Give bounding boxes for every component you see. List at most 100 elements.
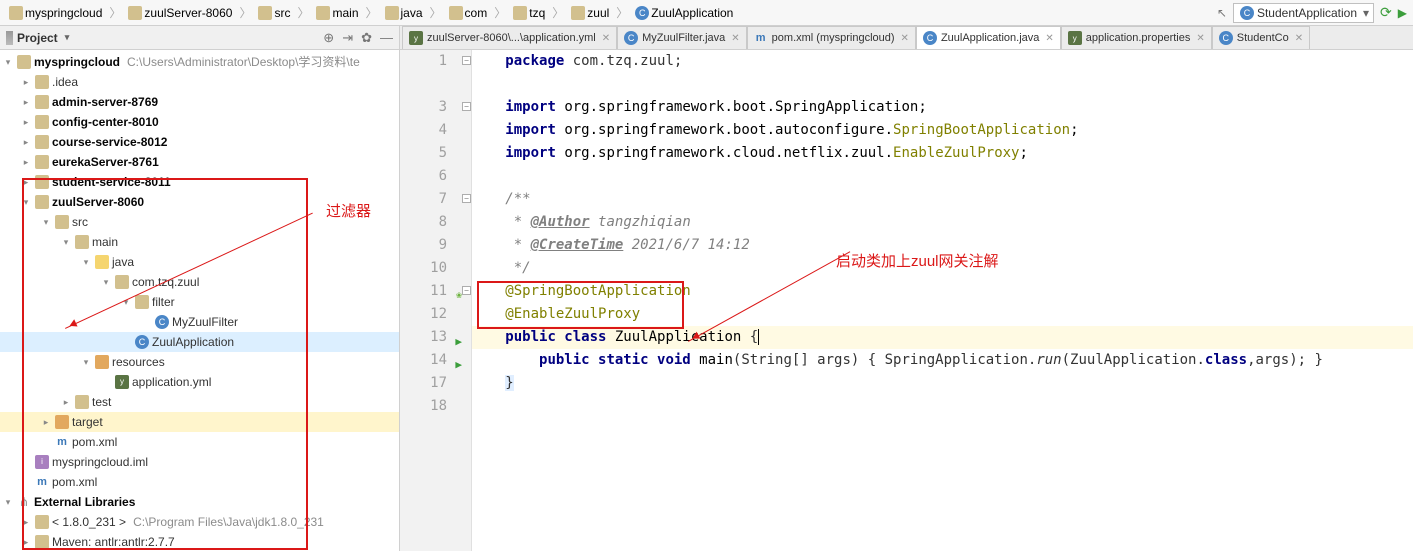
code-editor[interactable]: 1−3−4567−891011❀−1213▶14▶1718 package co… bbox=[400, 50, 1413, 551]
tree-node[interactable]: ▸target bbox=[0, 412, 399, 432]
breadcrumb-item[interactable]: tzq bbox=[510, 4, 548, 22]
tree-node[interactable]: CZuulApplication bbox=[0, 332, 399, 352]
folder-icon bbox=[75, 395, 89, 409]
code-line[interactable]: /** bbox=[472, 188, 1413, 211]
editor-tab[interactable]: CZuulApplication.java✕ bbox=[916, 26, 1061, 49]
tree-node[interactable]: ▾main bbox=[0, 232, 399, 252]
run-config-select[interactable]: C StudentApplication bbox=[1233, 3, 1374, 23]
run-gutter-icon[interactable]: ▶ bbox=[448, 353, 462, 367]
run-icon[interactable]: ▶ bbox=[1398, 6, 1407, 20]
fold-icon[interactable]: − bbox=[462, 102, 471, 111]
project-tree[interactable]: ▾ myspringcloud C:\Users\Administrator\D… bbox=[0, 50, 399, 551]
tree-node[interactable]: ▸admin-server-8769 bbox=[0, 92, 399, 112]
tree-node[interactable]: ▾resources bbox=[0, 352, 399, 372]
tree-node[interactable]: ▾ java bbox=[0, 252, 399, 272]
fold-icon[interactable]: − bbox=[462, 286, 471, 295]
tree-label: filter bbox=[152, 292, 175, 312]
tree-node[interactable]: ▾filter bbox=[0, 292, 399, 312]
code-line[interactable] bbox=[472, 73, 1413, 96]
spring-gutter-icon[interactable]: ❀ bbox=[448, 284, 462, 298]
breadcrumb-item[interactable]: java bbox=[382, 4, 426, 22]
tree-node[interactable]: ▾com.tzq.zuul bbox=[0, 272, 399, 292]
project-root[interactable]: ▾ myspringcloud C:\Users\Administrator\D… bbox=[0, 52, 399, 72]
tree-arrow[interactable]: ▸ bbox=[20, 72, 32, 92]
tree-arrow[interactable]: ▸ bbox=[20, 152, 32, 172]
close-icon[interactable]: ✕ bbox=[1196, 33, 1204, 44]
fold-icon[interactable]: − bbox=[462, 56, 471, 65]
editor-tab[interactable]: yzuulServer-8060\...\application.yml✕ bbox=[402, 26, 617, 49]
folder-icon bbox=[513, 6, 527, 20]
tree-node[interactable]: CMyZuulFilter bbox=[0, 312, 399, 332]
close-icon[interactable]: ✕ bbox=[731, 33, 739, 44]
editor-tab[interactable]: mpom.xml (myspringcloud)✕ bbox=[747, 26, 916, 49]
editor-tabs[interactable]: yzuulServer-8060\...\application.yml✕CMy… bbox=[400, 26, 1413, 50]
tree-node[interactable]: imyspringcloud.iml bbox=[0, 452, 399, 472]
tree-arrow[interactable]: ▾ bbox=[60, 232, 72, 252]
code-line[interactable]: * @Author tangzhiqian bbox=[472, 211, 1413, 234]
code-line[interactable]: import org.springframework.boot.autoconf… bbox=[472, 119, 1413, 142]
tree-arrow[interactable]: ▾ bbox=[80, 252, 92, 272]
editor-tab[interactable]: CMyZuulFilter.java✕ bbox=[617, 26, 747, 49]
tree-node[interactable]: ▸.idea bbox=[0, 72, 399, 92]
settings-icon[interactable]: ✿ bbox=[361, 30, 372, 46]
breadcrumbs[interactable]: myspringcloud〉zuulServer-8060〉src〉main〉j… bbox=[6, 4, 736, 22]
folder-icon bbox=[258, 6, 272, 20]
breadcrumb-item[interactable]: myspringcloud bbox=[6, 4, 105, 22]
code-line[interactable]: import org.springframework.cloud.netflix… bbox=[472, 142, 1413, 165]
tree-arrow[interactable]: ▸ bbox=[40, 412, 52, 432]
code-line[interactable]: } bbox=[472, 372, 1413, 395]
breadcrumb-item[interactable]: zuul bbox=[568, 4, 612, 22]
tree-node[interactable]: ▸student-service-8011 bbox=[0, 172, 399, 192]
close-icon[interactable]: ✕ bbox=[1295, 33, 1303, 44]
maven-node[interactable]: ▸ Maven: antlr:antlr:2.7.7 bbox=[0, 532, 399, 551]
code-line[interactable]: package com.tzq.zuul; bbox=[472, 50, 1413, 73]
code-line[interactable]: import org.springframework.boot.SpringAp… bbox=[472, 96, 1413, 119]
code-line[interactable]: @SpringBootApplication bbox=[472, 280, 1413, 303]
tree-arrow[interactable]: ▸ bbox=[20, 172, 32, 192]
code-line[interactable]: @EnableZuulProxy bbox=[472, 303, 1413, 326]
tree-node[interactable]: ▸config-center-8010 bbox=[0, 112, 399, 132]
breadcrumb-item[interactable]: com bbox=[446, 4, 491, 22]
tree-arrow[interactable]: ▸ bbox=[20, 112, 32, 132]
tree-node[interactable]: mpom.xml bbox=[0, 472, 399, 492]
tree-arrow[interactable]: ▸ bbox=[20, 92, 32, 112]
run-gutter-icon[interactable]: ▶ bbox=[448, 330, 462, 344]
tree-node[interactable]: ▸eurekaServer-8761 bbox=[0, 152, 399, 172]
breadcrumb-item[interactable]: src bbox=[255, 4, 293, 22]
breadcrumb-item[interactable]: main bbox=[313, 4, 361, 22]
tree-label: MyZuulFilter bbox=[172, 312, 238, 332]
tree-arrow[interactable]: ▸ bbox=[20, 132, 32, 152]
tree-arrow[interactable]: ▾ bbox=[80, 352, 92, 372]
editor-tab[interactable]: yapplication.properties✕ bbox=[1061, 26, 1212, 49]
close-icon[interactable]: ✕ bbox=[1045, 33, 1053, 44]
breadcrumb-item[interactable]: CZuulApplication bbox=[632, 4, 736, 22]
tree-node[interactable]: yapplication.yml bbox=[0, 372, 399, 392]
gutter-line: 5 bbox=[400, 142, 447, 165]
back-icon[interactable]: ↖ bbox=[1217, 6, 1227, 20]
external-libraries[interactable]: ▾ ⋔ External Libraries bbox=[0, 492, 399, 512]
tree-node[interactable]: ▸course-service-8012 bbox=[0, 132, 399, 152]
tree-node[interactable]: ▸test bbox=[0, 392, 399, 412]
tree-label: java bbox=[112, 252, 134, 272]
build-icon[interactable]: ⟳ bbox=[1380, 4, 1392, 21]
target-icon[interactable]: ⊕ bbox=[323, 30, 334, 46]
collapse-icon[interactable]: ⇥ bbox=[342, 30, 353, 46]
close-icon[interactable]: ✕ bbox=[602, 33, 610, 44]
breadcrumb-item[interactable]: zuulServer-8060 bbox=[125, 4, 235, 22]
code-line[interactable] bbox=[472, 165, 1413, 188]
code-body[interactable]: package com.tzq.zuul; import org.springf… bbox=[472, 50, 1413, 551]
code-line[interactable] bbox=[472, 395, 1413, 418]
fold-icon[interactable]: − bbox=[462, 194, 471, 203]
close-icon[interactable]: ✕ bbox=[901, 33, 909, 44]
sidebar-title[interactable]: Project ▾ bbox=[6, 31, 69, 45]
tree-arrow[interactable]: ▸ bbox=[60, 392, 72, 412]
tree-arrow[interactable]: ▾ bbox=[100, 272, 112, 292]
jdk-node[interactable]: ▸ < 1.8.0_231 > C:\Program Files\Java\jd… bbox=[0, 512, 399, 532]
hide-icon[interactable]: — bbox=[380, 30, 393, 45]
tree-node[interactable]: mpom.xml bbox=[0, 432, 399, 452]
tree-arrow[interactable]: ▾ bbox=[40, 212, 52, 232]
editor-tab[interactable]: CStudentCo✕ bbox=[1212, 26, 1310, 49]
tree-arrow[interactable]: ▾ bbox=[20, 192, 32, 212]
code-line[interactable]: public class ZuulApplication { bbox=[472, 326, 1413, 349]
code-line[interactable]: public static void main(String[] args) {… bbox=[472, 349, 1413, 372]
